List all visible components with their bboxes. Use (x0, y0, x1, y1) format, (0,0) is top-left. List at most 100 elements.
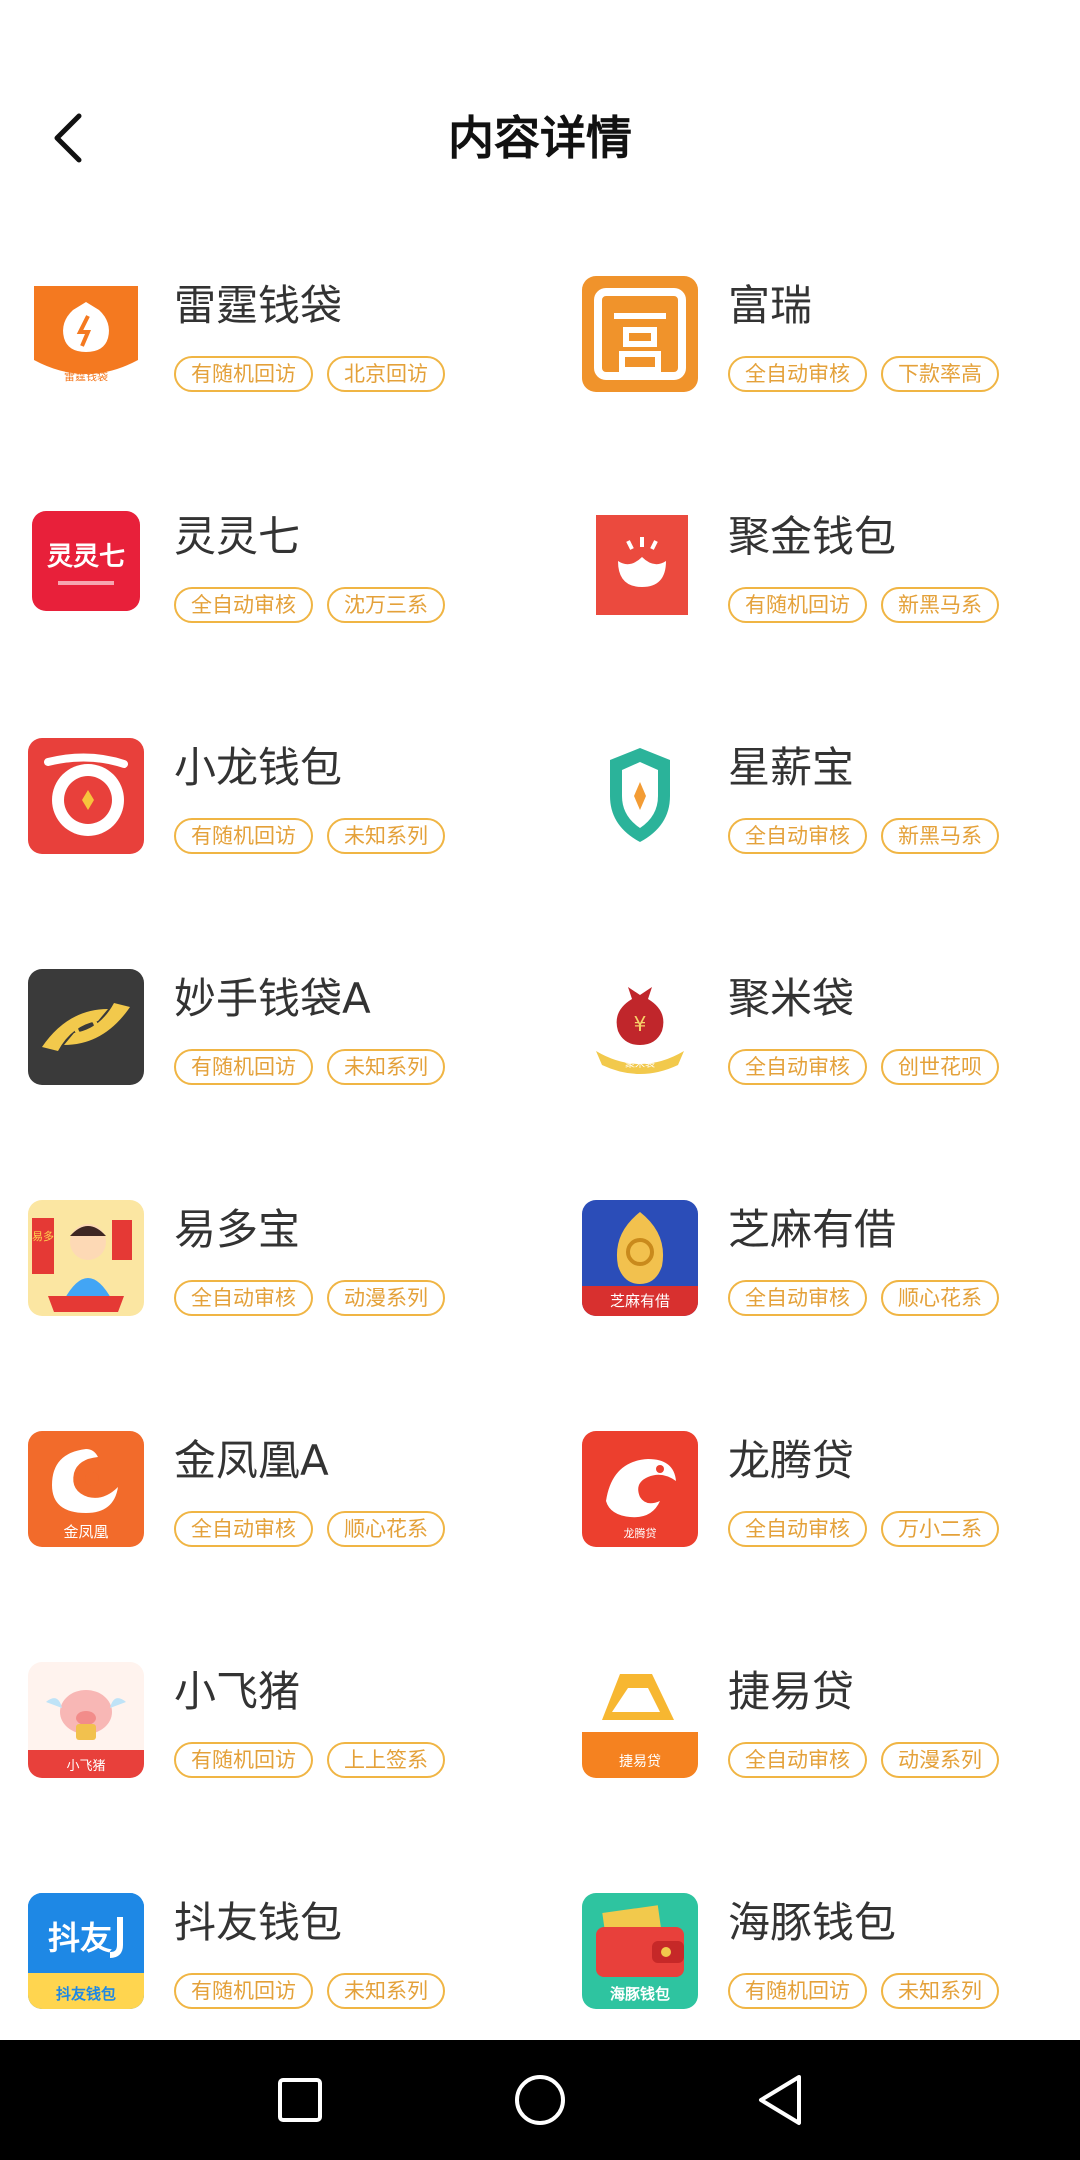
app-card-furui[interactable]: 富瑞 全自动审核 下款率高 (582, 276, 1080, 406)
tag-list: 全自动审核 动漫系列 (728, 1742, 999, 1778)
tag: 创世花呗 (881, 1049, 999, 1085)
tag: 有随机回访 (174, 818, 313, 854)
app-name: 龙腾贷 (728, 1436, 855, 1485)
app-card-jumidai[interactable]: ¥ 聚米袋 聚米袋 全自动审核 创世花呗 (582, 969, 1080, 1099)
tag-list: 全自动审核 新黑马系 (728, 818, 999, 854)
svg-text:龙腾贷: 龙腾贷 (624, 1526, 657, 1540)
svg-text:小飞猪: 小飞猪 (66, 1759, 105, 1774)
app-name: 易多宝 (174, 1205, 301, 1254)
dragon-icon: 龙腾贷 (582, 1431, 698, 1547)
app-card-jieyidai[interactable]: 捷易贷 捷易贷 全自动审核 动漫系列 (582, 1662, 1080, 1792)
tag-list: 有随机回访 北京回访 (174, 356, 445, 392)
app-name: 灵灵七 (174, 512, 301, 561)
tag-list: 有随机回访 未知系列 (174, 1973, 445, 2009)
app-card-xingxinbao[interactable]: 星薪宝 全自动审核 新黑马系 (582, 738, 1080, 868)
tag: 全自动审核 (174, 1280, 313, 1316)
svg-text:聚米袋: 聚米袋 (625, 1057, 655, 1070)
tag: 有随机回访 (174, 1742, 313, 1778)
square-icon (278, 2078, 322, 2122)
page-title: 内容详情 (448, 111, 632, 165)
tag-list: 有随机回访 未知系列 (174, 818, 445, 854)
tag-list: 全自动审核 顺心花系 (174, 1511, 445, 1547)
tag: 全自动审核 (728, 818, 867, 854)
tag: 有随机回访 (174, 1049, 313, 1085)
triangle-logo-icon: 捷易贷 (582, 1662, 698, 1778)
app-name: 抖友钱包 (174, 1898, 343, 1947)
grid-row: 金凤凰 金凤凰A 全自动审核 顺心花系 龙腾贷 龙腾贷 全自动审核 万小二系 (0, 1419, 1080, 1650)
tag: 沈万三系 (327, 587, 445, 623)
grid-row: 灵灵七 灵灵七 全自动审核 沈万三系 聚金钱包 有随机回访 新黑马系 (0, 495, 1080, 726)
tag: 全自动审核 (728, 356, 867, 392)
svg-text:灵灵七: 灵灵七 (47, 542, 125, 572)
tag: 未知系列 (327, 818, 445, 854)
tag-list: 全自动审核 万小二系 (728, 1511, 999, 1547)
svg-text:海豚钱包: 海豚钱包 (610, 1985, 670, 2003)
app-card-xiaolong[interactable]: 小龙钱包 有随机回访 未知系列 (28, 738, 568, 868)
app-name: 富瑞 (728, 281, 813, 330)
svg-text:¥: ¥ (634, 1012, 647, 1036)
hand-coin-icon (28, 969, 144, 1085)
app-name: 芝麻有借 (728, 1205, 897, 1254)
app-card-xiaofeizhu[interactable]: 小飞猪 小飞猪 有随机回访 上上签系 (28, 1662, 568, 1792)
tag: 未知系列 (327, 1973, 445, 2009)
grid-row: 易多 易多宝 全自动审核 动漫系列 芝麻有借 芝麻有借 全自动审核 顺心花系 (0, 1188, 1080, 1419)
flying-pig-icon: 小飞猪 (28, 1662, 144, 1778)
dragon-coin-icon (28, 738, 144, 854)
recent-apps-button[interactable] (262, 2062, 338, 2138)
app-name: 金凤凰A (174, 1436, 329, 1485)
app-name: 妙手钱袋A (174, 974, 371, 1023)
app-name: 捷易贷 (728, 1667, 855, 1716)
app-card-miaoshou[interactable]: 妙手钱袋A 有随机回访 未知系列 (28, 969, 568, 1099)
tag-list: 全自动审核 动漫系列 (174, 1280, 445, 1316)
svg-text:金凤凰: 金凤凰 (63, 1523, 108, 1541)
tag-list: 有随机回访 未知系列 (728, 1973, 999, 2009)
svg-text:抖友钱包: 抖友钱包 (56, 1985, 116, 2003)
app-grid: 雷霆钱袋 雷霆钱袋 有随机回访 北京回访 富瑞 全自动审核 下款率高 灵灵七 灵… (0, 264, 1080, 2112)
wallet-icon: 海豚钱包 (582, 1893, 698, 2009)
back-nav-button[interactable] (742, 2062, 818, 2138)
app-card-lingling7[interactable]: 灵灵七 灵灵七 全自动审核 沈万三系 (28, 507, 568, 637)
tag: 全自动审核 (728, 1742, 867, 1778)
tag: 新黑马系 (881, 818, 999, 854)
svg-text:芝麻有借: 芝麻有借 (610, 1292, 670, 1310)
app-card-douyou[interactable]: 抖友 抖友钱包 抖友钱包 有随机回访 未知系列 (28, 1893, 568, 2023)
tag-list: 全自动审核 顺心花系 (728, 1280, 999, 1316)
lotus-icon (582, 507, 698, 623)
tag: 下款率高 (881, 356, 999, 392)
app-card-longteng[interactable]: 龙腾贷 龙腾贷 全自动审核 万小二系 (582, 1431, 1080, 1561)
tag: 有随机回访 (728, 587, 867, 623)
app-name: 聚米袋 (728, 974, 855, 1023)
app-name: 雷霆钱袋 (174, 281, 343, 330)
tag-list: 全自动审核 下款率高 (728, 356, 999, 392)
tag: 顺心花系 (327, 1511, 445, 1547)
tag-list: 有随机回访 未知系列 (174, 1049, 445, 1085)
app-card-jujin[interactable]: 聚金钱包 有随机回访 新黑马系 (582, 507, 1080, 637)
system-nav-bar (0, 2040, 1080, 2160)
app-card-haitun[interactable]: 海豚钱包 海豚钱包 有随机回访 未知系列 (582, 1893, 1080, 2023)
money-bag-icon: 雷霆钱袋 (28, 276, 144, 392)
tag: 万小二系 (881, 1511, 999, 1547)
tag: 全自动审核 (728, 1049, 867, 1085)
lingling7-icon: 灵灵七 (28, 507, 144, 623)
grid-row: 小飞猪 小飞猪 有随机回访 上上签系 捷易贷 捷易贷 全自动审核 动漫系列 (0, 1650, 1080, 1881)
app-header: 内容详情 (0, 0, 1080, 220)
tag: 北京回访 (327, 356, 445, 392)
svg-text:捷易贷: 捷易贷 (619, 1754, 661, 1770)
triangle-back-icon (759, 2075, 801, 2125)
shield-icon (582, 738, 698, 854)
fu-character-icon (582, 276, 698, 392)
tag-list: 有随机回访 新黑马系 (728, 587, 999, 623)
tag: 动漫系列 (327, 1280, 445, 1316)
tag: 全自动审核 (174, 1511, 313, 1547)
grid-row: 雷霆钱袋 雷霆钱袋 有随机回访 北京回访 富瑞 全自动审核 下款率高 (0, 264, 1080, 495)
app-card-leiting[interactable]: 雷霆钱袋 雷霆钱袋 有随机回访 北京回访 (28, 276, 568, 406)
svg-text:雷霆钱袋: 雷霆钱袋 (64, 369, 108, 383)
app-card-zhima[interactable]: 芝麻有借 芝麻有借 全自动审核 顺心花系 (582, 1200, 1080, 1330)
circle-icon (515, 2075, 565, 2125)
tag: 有随机回访 (174, 1973, 313, 2009)
app-card-jinfenghuang[interactable]: 金凤凰 金凤凰A 全自动审核 顺心花系 (28, 1431, 568, 1561)
tag: 全自动审核 (174, 587, 313, 623)
home-button[interactable] (502, 2062, 578, 2138)
sesame-seed-icon: 芝麻有借 (582, 1200, 698, 1316)
app-card-yiduobao[interactable]: 易多 易多宝 全自动审核 动漫系列 (28, 1200, 568, 1330)
